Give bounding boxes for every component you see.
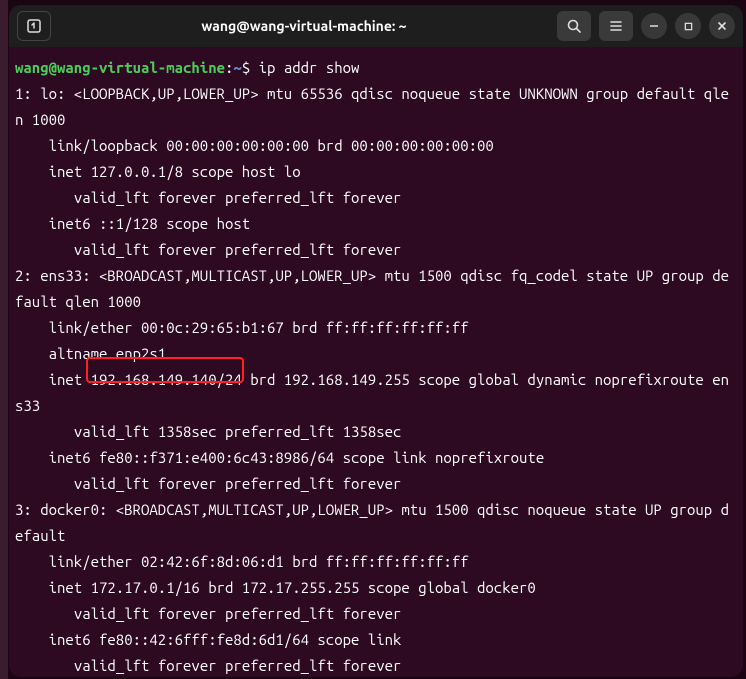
output-line: 2: ens33: <BROADCAST,MULTICAST,UP,LOWER_… xyxy=(15,267,729,310)
minimize-icon xyxy=(649,21,659,31)
output-line: inet 192.168.149.140/24 brd 192.168.149.… xyxy=(15,371,729,414)
output-line: 1: lo: <LOOPBACK,UP,LOWER_UP> mtu 65536 … xyxy=(15,85,729,128)
close-button[interactable] xyxy=(709,13,735,39)
output-line: valid_lft 1358sec preferred_lft 1358sec xyxy=(15,423,401,440)
output-line: link/ether 02:42:6f:8d:06:d1 brd ff:ff:f… xyxy=(15,553,469,570)
output-line: 3: docker0: <BROADCAST,MULTICAST,UP,LOWE… xyxy=(15,501,729,544)
menu-button[interactable] xyxy=(599,11,633,41)
output-line: inet6 fe80::42:6fff:fe8d:6d1/64 scope li… xyxy=(15,631,401,648)
output-line: inet6 fe80::f371:e400:6c43:8986/64 scope… xyxy=(15,449,544,466)
search-icon xyxy=(566,18,582,34)
output-line: link/loopback 00:00:00:00:00:00 brd 00:0… xyxy=(15,137,494,154)
window-title: wang@wang-virtual-machine: ~ xyxy=(59,18,549,34)
titlebar-right xyxy=(557,11,735,41)
output-line: inet 172.17.0.1/16 brd 172.17.255.255 sc… xyxy=(15,579,536,596)
output-line: valid_lft forever preferred_lft forever xyxy=(15,241,401,258)
output-line: valid_lft forever preferred_lft forever xyxy=(15,189,401,206)
prompt-path: ~ xyxy=(233,59,241,76)
new-tab-icon xyxy=(26,18,42,34)
maximize-button[interactable] xyxy=(675,13,701,39)
close-icon xyxy=(717,21,727,31)
terminal-body[interactable]: wang@wang-virtual-machine:~$ ip addr sho… xyxy=(9,47,743,677)
menu-icon xyxy=(608,18,624,34)
output-line: valid_lft forever preferred_lft forever xyxy=(15,475,401,492)
desktop-sidebar xyxy=(0,0,8,679)
titlebar: wang@wang-virtual-machine: ~ xyxy=(9,5,743,47)
command-text: ip addr show xyxy=(259,59,360,76)
terminal-window: wang@wang-virtual-machine: ~ xyxy=(9,5,743,677)
titlebar-left xyxy=(17,11,51,41)
prompt-user-host: wang@wang-virtual-machine xyxy=(15,59,225,76)
output-line: valid_lft forever preferred_lft forever xyxy=(15,605,401,622)
minimize-button[interactable] xyxy=(641,13,667,39)
search-button[interactable] xyxy=(557,11,591,41)
maximize-icon xyxy=(684,22,693,31)
output-line: inet6 ::1/128 scope host xyxy=(15,215,250,232)
output-line: valid_lft forever preferred_lft forever xyxy=(15,657,401,674)
prompt-dollar: $ xyxy=(242,59,250,76)
output-line: link/ether 00:0c:29:65:b1:67 brd ff:ff:f… xyxy=(15,319,469,336)
output-line: altname enp2s1 xyxy=(15,345,166,362)
output-line: inet 127.0.0.1/8 scope host lo xyxy=(15,163,301,180)
new-tab-button[interactable] xyxy=(17,11,51,41)
